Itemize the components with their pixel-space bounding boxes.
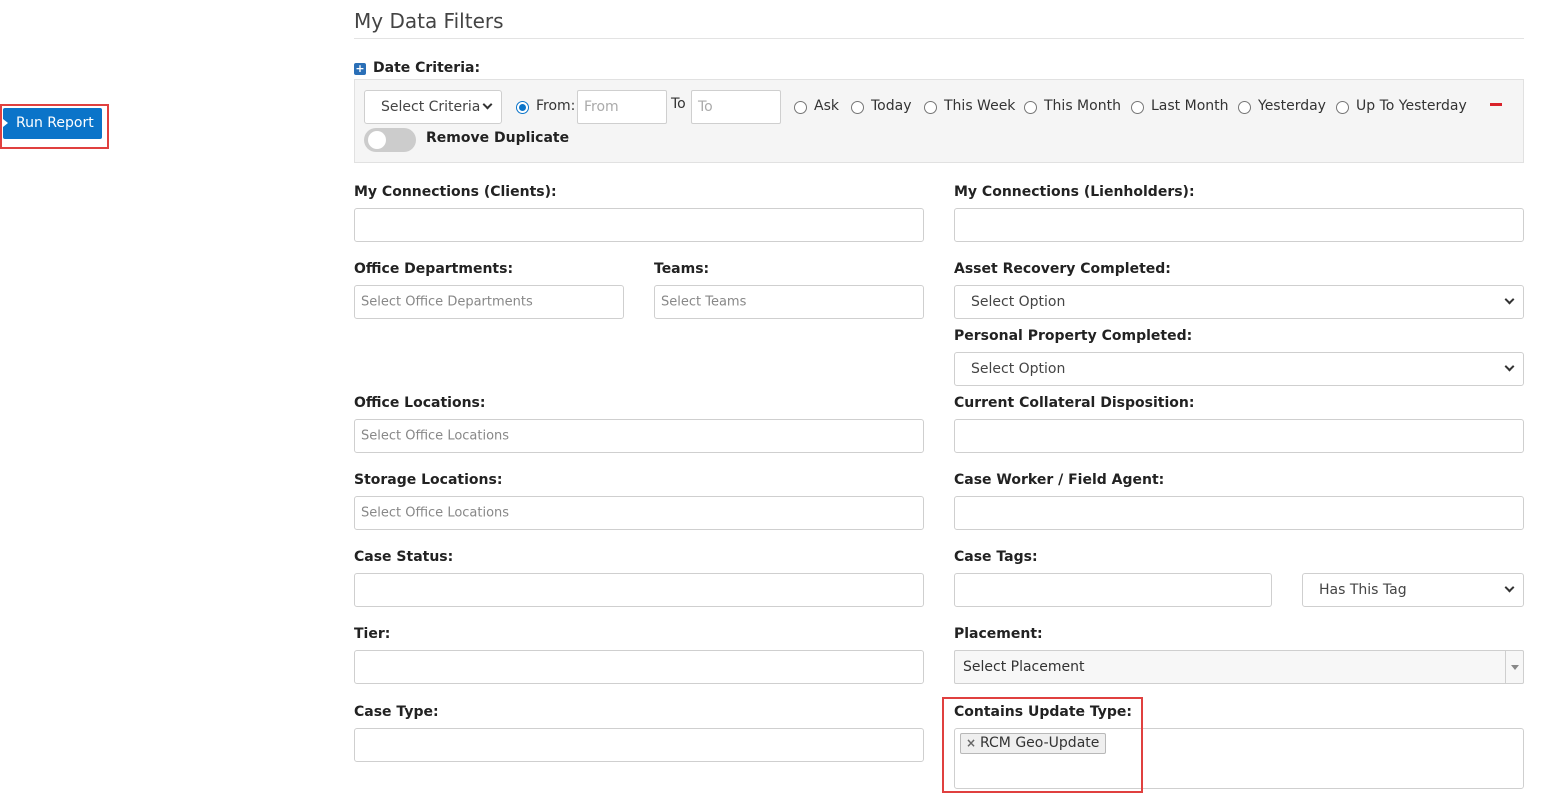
chevron-down-icon [1504, 361, 1515, 372]
teams-label: Teams: [654, 261, 710, 277]
update-type-tag-label: RCM Geo-Update [980, 735, 1100, 751]
storage-locations-placeholder: Select Office Locations [361, 505, 510, 521]
remove-tag-icon[interactable]: × [966, 734, 976, 753]
up-to-yesterday-label: Up To Yesterday [1356, 98, 1467, 114]
update-type-tag: × RCM Geo-Update [960, 733, 1107, 754]
case-tags-mode-value: Has This Tag [1319, 582, 1407, 598]
case-worker-input[interactable] [954, 496, 1524, 530]
tier-label: Tier: [354, 626, 391, 642]
today-label: Today [871, 98, 912, 114]
chevron-down-icon [1504, 294, 1515, 305]
office-departments-placeholder: Select Office Departments [361, 294, 533, 310]
to-placeholder: To [698, 99, 713, 115]
from-input[interactable]: From [577, 90, 667, 124]
minus-icon[interactable] [1490, 103, 1502, 106]
lienholders-label: My Connections (Lienholders): [954, 184, 1195, 200]
radio-up-to-yesterday[interactable] [1336, 101, 1349, 114]
case-status-input[interactable] [354, 573, 924, 607]
chevron-down-icon [482, 99, 493, 110]
criteria-select[interactable]: Select Criteria [364, 90, 502, 124]
office-locations-label: Office Locations: [354, 395, 486, 411]
placement-label: Placement: [954, 626, 1043, 642]
teams-placeholder: Select Teams [661, 294, 747, 310]
case-tags-input[interactable] [954, 573, 1272, 607]
date-criteria-label: Date Criteria: [373, 60, 481, 76]
radio-last-month[interactable] [1131, 101, 1144, 114]
from-label: From: [536, 98, 576, 114]
asset-recovery-select[interactable]: Select Option [954, 285, 1524, 319]
remove-duplicate-label: Remove Duplicate [426, 130, 570, 146]
clients-input[interactable] [354, 208, 924, 242]
page-title: My Data Filters [354, 9, 504, 33]
update-type-label: Contains Update Type: [954, 704, 1133, 720]
this-week-label: This Week [944, 98, 1016, 114]
title-divider [354, 38, 1524, 39]
clients-label: My Connections (Clients): [354, 184, 557, 200]
this-month-label: This Month [1044, 98, 1121, 114]
run-report-button[interactable]: Run Report [3, 108, 102, 139]
personal-property-label: Personal Property Completed: [954, 328, 1193, 344]
tier-input[interactable] [354, 650, 924, 684]
chevron-down-icon [1504, 582, 1515, 593]
radio-today[interactable] [851, 101, 864, 114]
office-departments-input[interactable]: Select Office Departments [354, 285, 624, 319]
teams-input[interactable]: Select Teams [654, 285, 924, 319]
case-tags-label: Case Tags: [954, 549, 1038, 565]
caret-down-icon [1511, 665, 1519, 670]
play-caret-icon [3, 119, 8, 127]
placement-value: Select Placement [963, 659, 1085, 675]
radio-this-month[interactable] [1024, 101, 1037, 114]
from-placeholder: From [584, 99, 619, 115]
case-type-input[interactable] [354, 728, 924, 762]
run-report-label: Run Report [16, 115, 94, 131]
radio-from[interactable] [516, 101, 529, 114]
lienholders-input[interactable] [954, 208, 1524, 242]
asset-recovery-value: Select Option [971, 294, 1066, 310]
to-input[interactable]: To [691, 90, 781, 124]
storage-locations-label: Storage Locations: [354, 472, 503, 488]
office-locations-input[interactable]: Select Office Locations [354, 419, 924, 453]
remove-duplicate-toggle[interactable] [364, 128, 416, 152]
to-label: To [671, 96, 686, 112]
case-worker-label: Case Worker / Field Agent: [954, 472, 1165, 488]
criteria-select-value: Select Criteria [381, 99, 481, 115]
placement-arrow-box [1505, 651, 1523, 683]
asset-recovery-label: Asset Recovery Completed: [954, 261, 1171, 277]
radio-ask[interactable] [794, 101, 807, 114]
personal-property-select[interactable]: Select Option [954, 352, 1524, 386]
case-type-label: Case Type: [354, 704, 439, 720]
plus-square-icon[interactable]: + [354, 63, 366, 75]
ask-label: Ask [814, 98, 839, 114]
storage-locations-input[interactable]: Select Office Locations [354, 496, 924, 530]
last-month-label: Last Month [1151, 98, 1229, 114]
yesterday-label: Yesterday [1258, 98, 1326, 114]
date-criteria-panel [354, 79, 1524, 163]
radio-yesterday[interactable] [1238, 101, 1251, 114]
toggle-knob [368, 131, 386, 149]
collateral-disposition-label: Current Collateral Disposition: [954, 395, 1195, 411]
office-departments-label: Office Departments: [354, 261, 514, 277]
placement-select[interactable]: Select Placement [954, 650, 1524, 684]
case-status-label: Case Status: [354, 549, 454, 565]
collateral-disposition-input[interactable] [954, 419, 1524, 453]
office-locations-placeholder: Select Office Locations [361, 428, 510, 444]
case-tags-mode-select[interactable]: Has This Tag [1302, 573, 1524, 607]
radio-this-week[interactable] [924, 101, 937, 114]
personal-property-value: Select Option [971, 361, 1066, 377]
